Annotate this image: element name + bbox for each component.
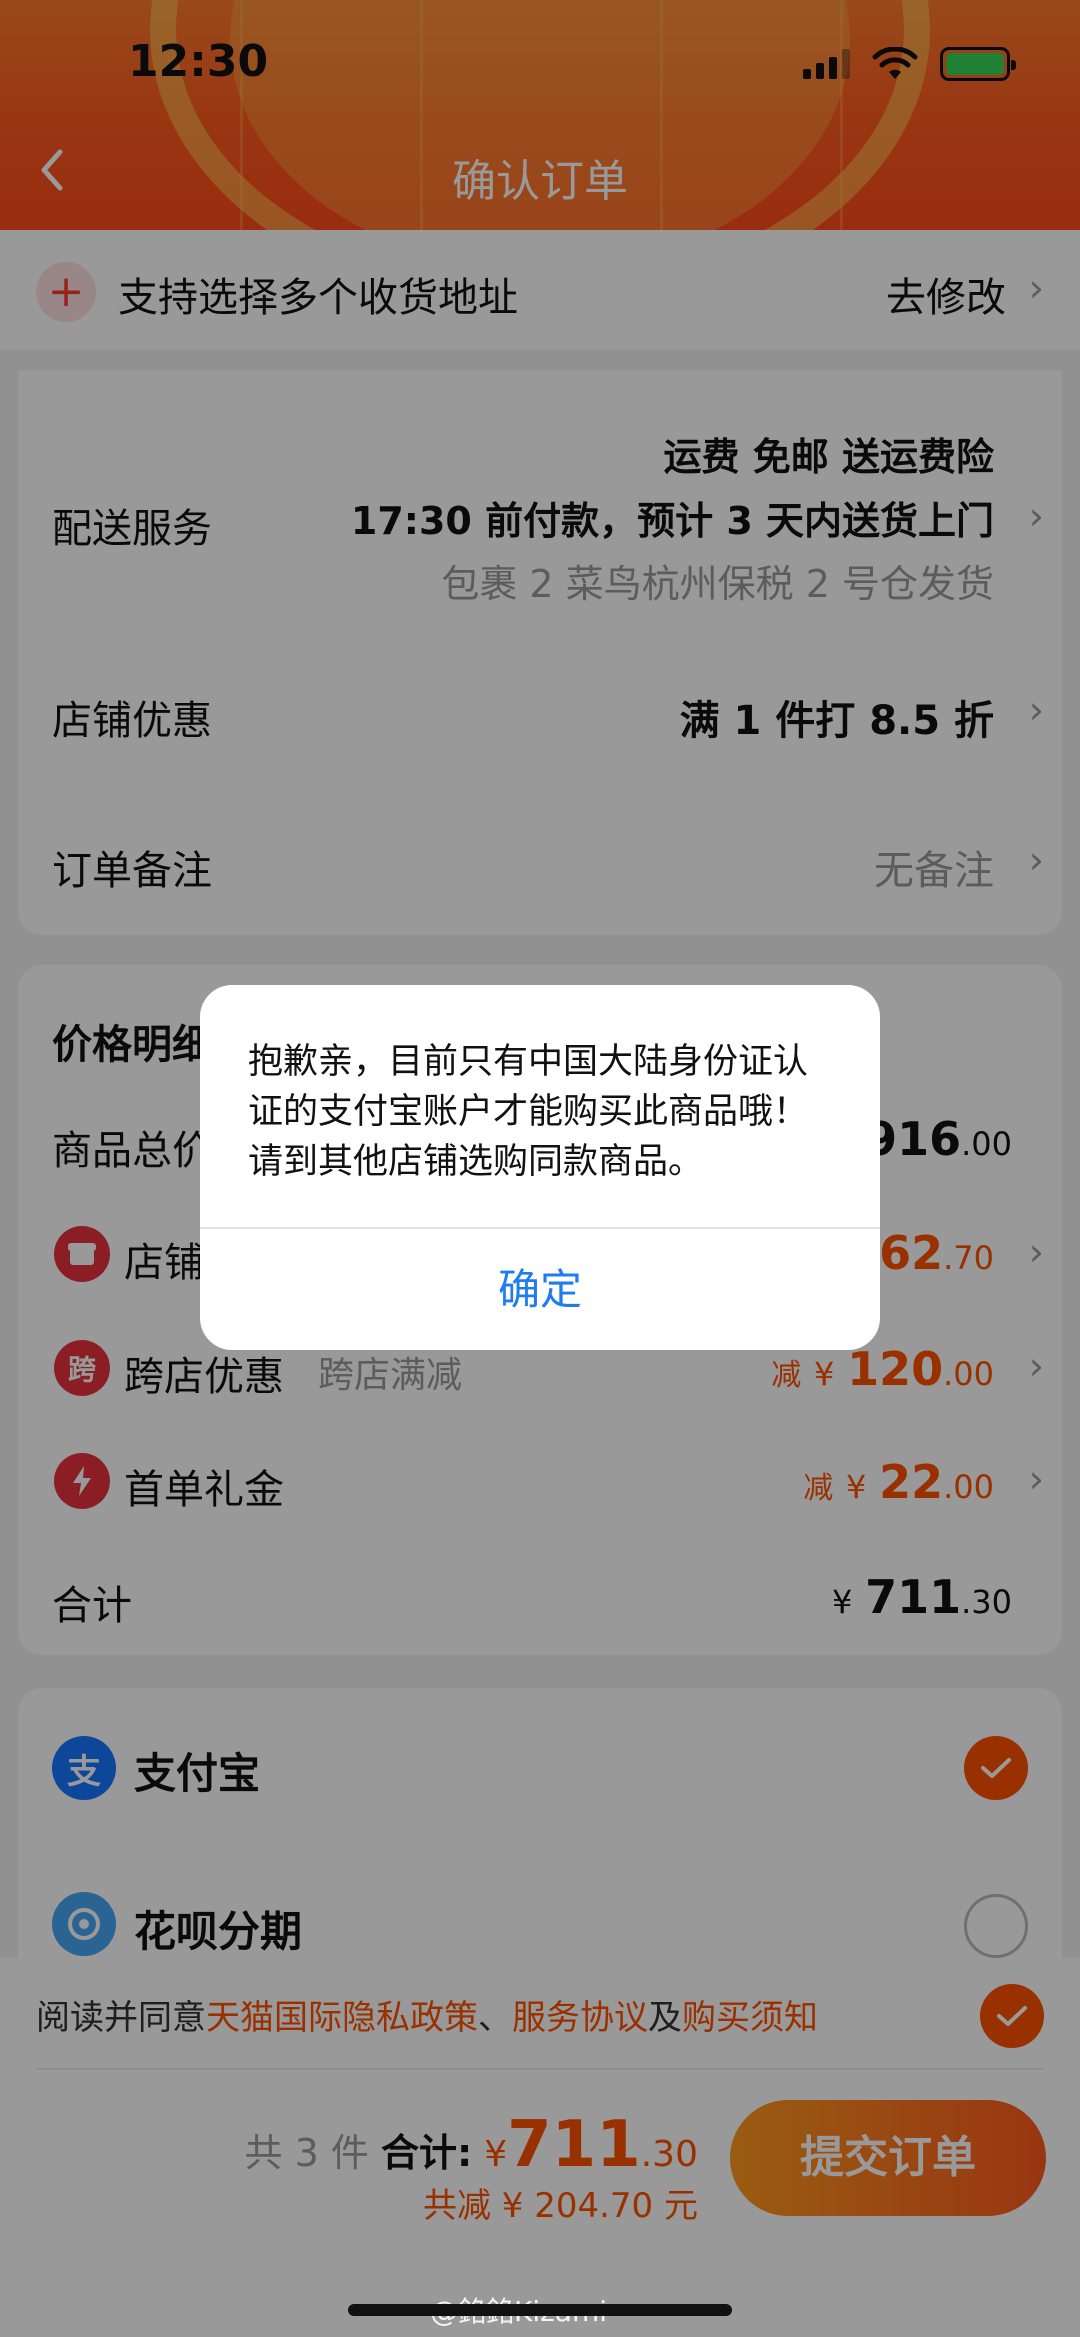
dialog-message: 抱歉亲，目前只有中国大陆身份证认证的支付宝账户才能购买此商品哦！请到其他店铺选购… <box>248 1042 809 1182</box>
home-indicator[interactable] <box>348 2304 732 2316</box>
alert-dialog: 抱歉亲，目前只有中国大陆身份证认证的支付宝账户才能购买此商品哦！请到其他店铺选购… <box>200 985 880 1350</box>
dialog-confirm-button[interactable]: 确定 <box>200 1229 880 1350</box>
